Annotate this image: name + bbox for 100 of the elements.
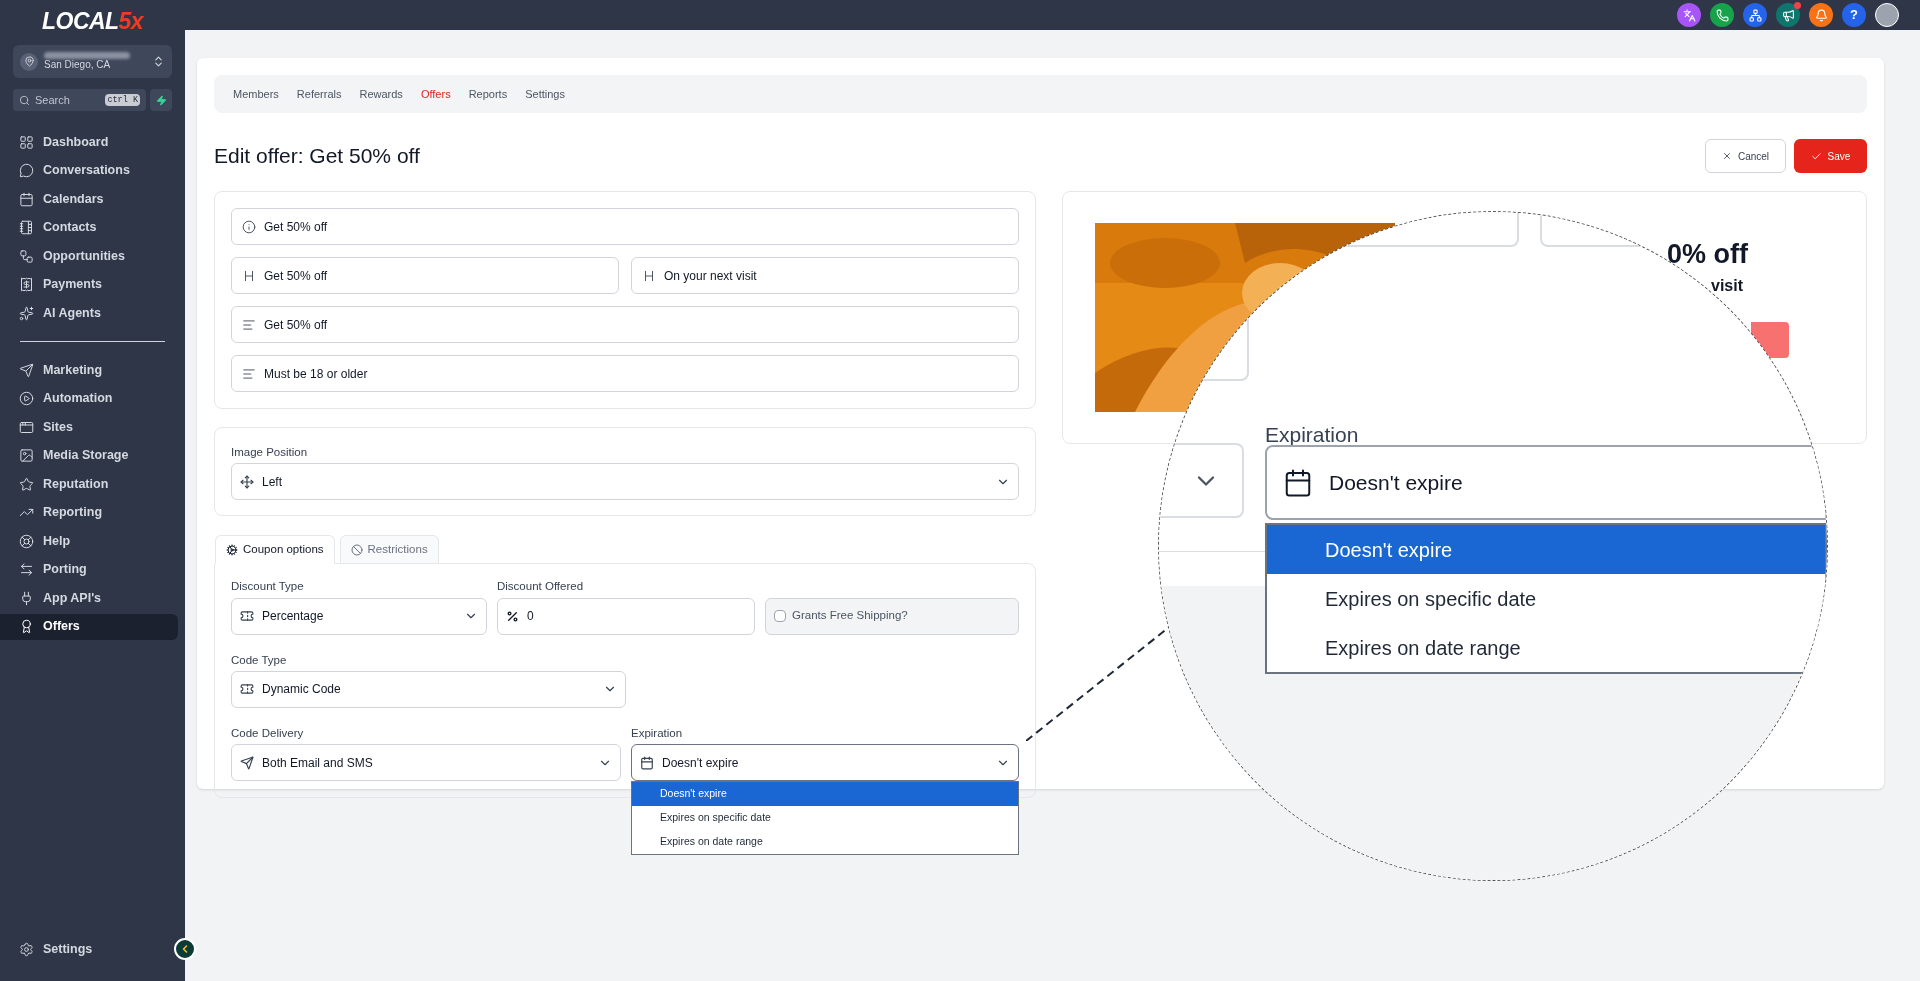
sidebar-item[interactable]: Dashboard <box>0 129 178 155</box>
input-field[interactable]: On your next visit <box>631 257 1019 294</box>
select-field[interactable]: Both Email and SMS <box>231 744 621 781</box>
dropdown-option[interactable]: Doesn't expire <box>1267 525 1825 574</box>
chat-icon <box>19 163 34 178</box>
offer-subtitle: visit <box>1711 276 1744 296</box>
account-switcher[interactable]: San Diego, CA <box>13 45 172 78</box>
collapse-button[interactable] <box>174 938 196 960</box>
dropdown-option[interactable]: Expires on specific date <box>1267 574 1825 623</box>
flow-icon <box>19 248 34 264</box>
text-lines-icon <box>242 317 256 332</box>
calendar-icon <box>19 191 34 207</box>
paper-plane-icon <box>19 362 34 378</box>
select-field[interactable]: Doesn't expire <box>631 744 1019 781</box>
nav-tab[interactable]: Rewards <box>359 85 403 103</box>
account-location: San Diego, CA <box>44 58 112 72</box>
sidebar-item[interactable]: Porting <box>0 556 178 583</box>
input-field[interactable]: 0 <box>497 597 755 635</box>
select-field[interactable]: Dynamic Code <box>231 670 626 708</box>
ban-icon <box>350 543 363 556</box>
sidebar-item[interactable]: Reputation <box>0 471 178 497</box>
bell-icon <box>1814 8 1828 22</box>
paper-plane-icon <box>240 755 254 770</box>
select-field[interactable]: Doesn't expire <box>1265 445 1827 520</box>
search-field[interactable]: Search ctrl K <box>13 89 146 111</box>
sidebar-item[interactable]: AI Agents <box>0 300 178 326</box>
dropdown-option[interactable]: Expires on specific date <box>632 805 1018 830</box>
search-icon <box>19 94 30 106</box>
field-label: Discount Offered <box>497 579 585 595</box>
dropdown-option[interactable]: Doesn't expire <box>632 781 1018 806</box>
sidebar-item[interactable]: Settings <box>0 939 93 959</box>
sidebar-item[interactable]: Marketing <box>0 357 178 383</box>
nav-tab[interactable]: Members <box>233 85 279 103</box>
offer-title: 0% off <box>1667 241 1749 268</box>
field-label: Expiration <box>1265 427 1360 443</box>
ticket-icon <box>240 609 254 623</box>
sidebar-item[interactable]: Calendars <box>0 186 178 212</box>
nav-tab[interactable]: Referrals <box>296 85 342 103</box>
phone-icon <box>1715 8 1729 22</box>
star-icon <box>19 476 34 492</box>
sidebar-item[interactable]: Reporting <box>0 499 178 526</box>
toolbar-button[interactable] <box>1710 3 1734 27</box>
toolbar-button[interactable] <box>1743 3 1767 27</box>
field-label: Code Type <box>231 652 288 668</box>
field-label: Code Delivery <box>231 725 305 741</box>
save-button[interactable]: Save <box>1794 139 1867 173</box>
notebook-icon <box>19 220 34 235</box>
calendar-icon <box>1283 467 1313 498</box>
percent-icon <box>506 609 519 623</box>
sidebar-item[interactable]: Payments <box>0 271 178 298</box>
toolbar-button[interactable] <box>1809 3 1833 27</box>
toolbar-button[interactable] <box>1677 3 1701 27</box>
grid-icon <box>19 134 34 150</box>
tab[interactable]: Restrictions <box>339 535 439 565</box>
logo: LOCAL5x <box>42 10 143 33</box>
cancel-button[interactable]: Cancel <box>1705 139 1786 173</box>
sidebar-item[interactable]: Media Storage <box>0 442 178 469</box>
heading-icon <box>642 268 656 283</box>
lightning-icon <box>155 94 167 106</box>
image-icon <box>19 448 34 463</box>
nav-tab[interactable]: Reports <box>468 85 508 103</box>
input-field[interactable]: Must be 18 or older <box>231 355 1019 392</box>
receipt-icon <box>19 277 34 292</box>
info-icon <box>242 219 256 234</box>
sidebar-item[interactable]: Opportunities <box>0 243 178 269</box>
sidebar-item[interactable]: Conversations <box>0 157 178 184</box>
quick-action-button[interactable] <box>150 89 172 111</box>
sidebar-item[interactable]: Offers <box>0 613 178 640</box>
sidebar-item[interactable]: Contacts <box>0 214 178 241</box>
input-field[interactable]: Get 50% off <box>231 257 619 294</box>
nav-tab[interactable]: Offers <box>420 85 451 103</box>
settings-icon <box>19 941 34 957</box>
select-field[interactable]: Left <box>231 463 1019 501</box>
sidebar-item[interactable]: Sites <box>0 414 178 440</box>
lifebuoy-icon <box>19 533 34 549</box>
input-field[interactable]: Get 50% off <box>231 208 1019 245</box>
window-icon <box>19 419 34 435</box>
move-icon <box>240 474 254 489</box>
swap-icon <box>19 562 34 577</box>
nav-tab[interactable]: Settings <box>525 85 565 103</box>
cog-icon <box>226 543 238 556</box>
translate-icon <box>1682 8 1696 22</box>
checkbox-field[interactable]: Grants Free Shipping? <box>765 597 1019 635</box>
toolbar-button[interactable] <box>1776 3 1800 27</box>
sidebar-item[interactable]: Automation <box>0 385 178 412</box>
dropdown-option[interactable]: Expires on date range <box>632 829 1018 854</box>
field-label: Discount Type <box>231 579 305 595</box>
sparkles-icon <box>19 305 34 321</box>
tab[interactable]: Coupon options <box>215 535 335 565</box>
play-circle-icon <box>19 391 34 406</box>
dropdown-option[interactable]: Expires on date range <box>1267 623 1825 672</box>
input-field[interactable]: Get 50% off <box>231 306 1019 343</box>
text-lines-icon <box>242 366 256 381</box>
help-button[interactable]: ? <box>1842 3 1866 27</box>
select-field[interactable]: Percentage <box>231 597 487 635</box>
megaphone-icon <box>1781 8 1795 22</box>
sidebar-item[interactable]: App API's <box>0 585 178 611</box>
checkbox[interactable] <box>774 610 786 622</box>
plug-icon <box>19 590 34 606</box>
sidebar-item[interactable]: Help <box>0 528 178 554</box>
